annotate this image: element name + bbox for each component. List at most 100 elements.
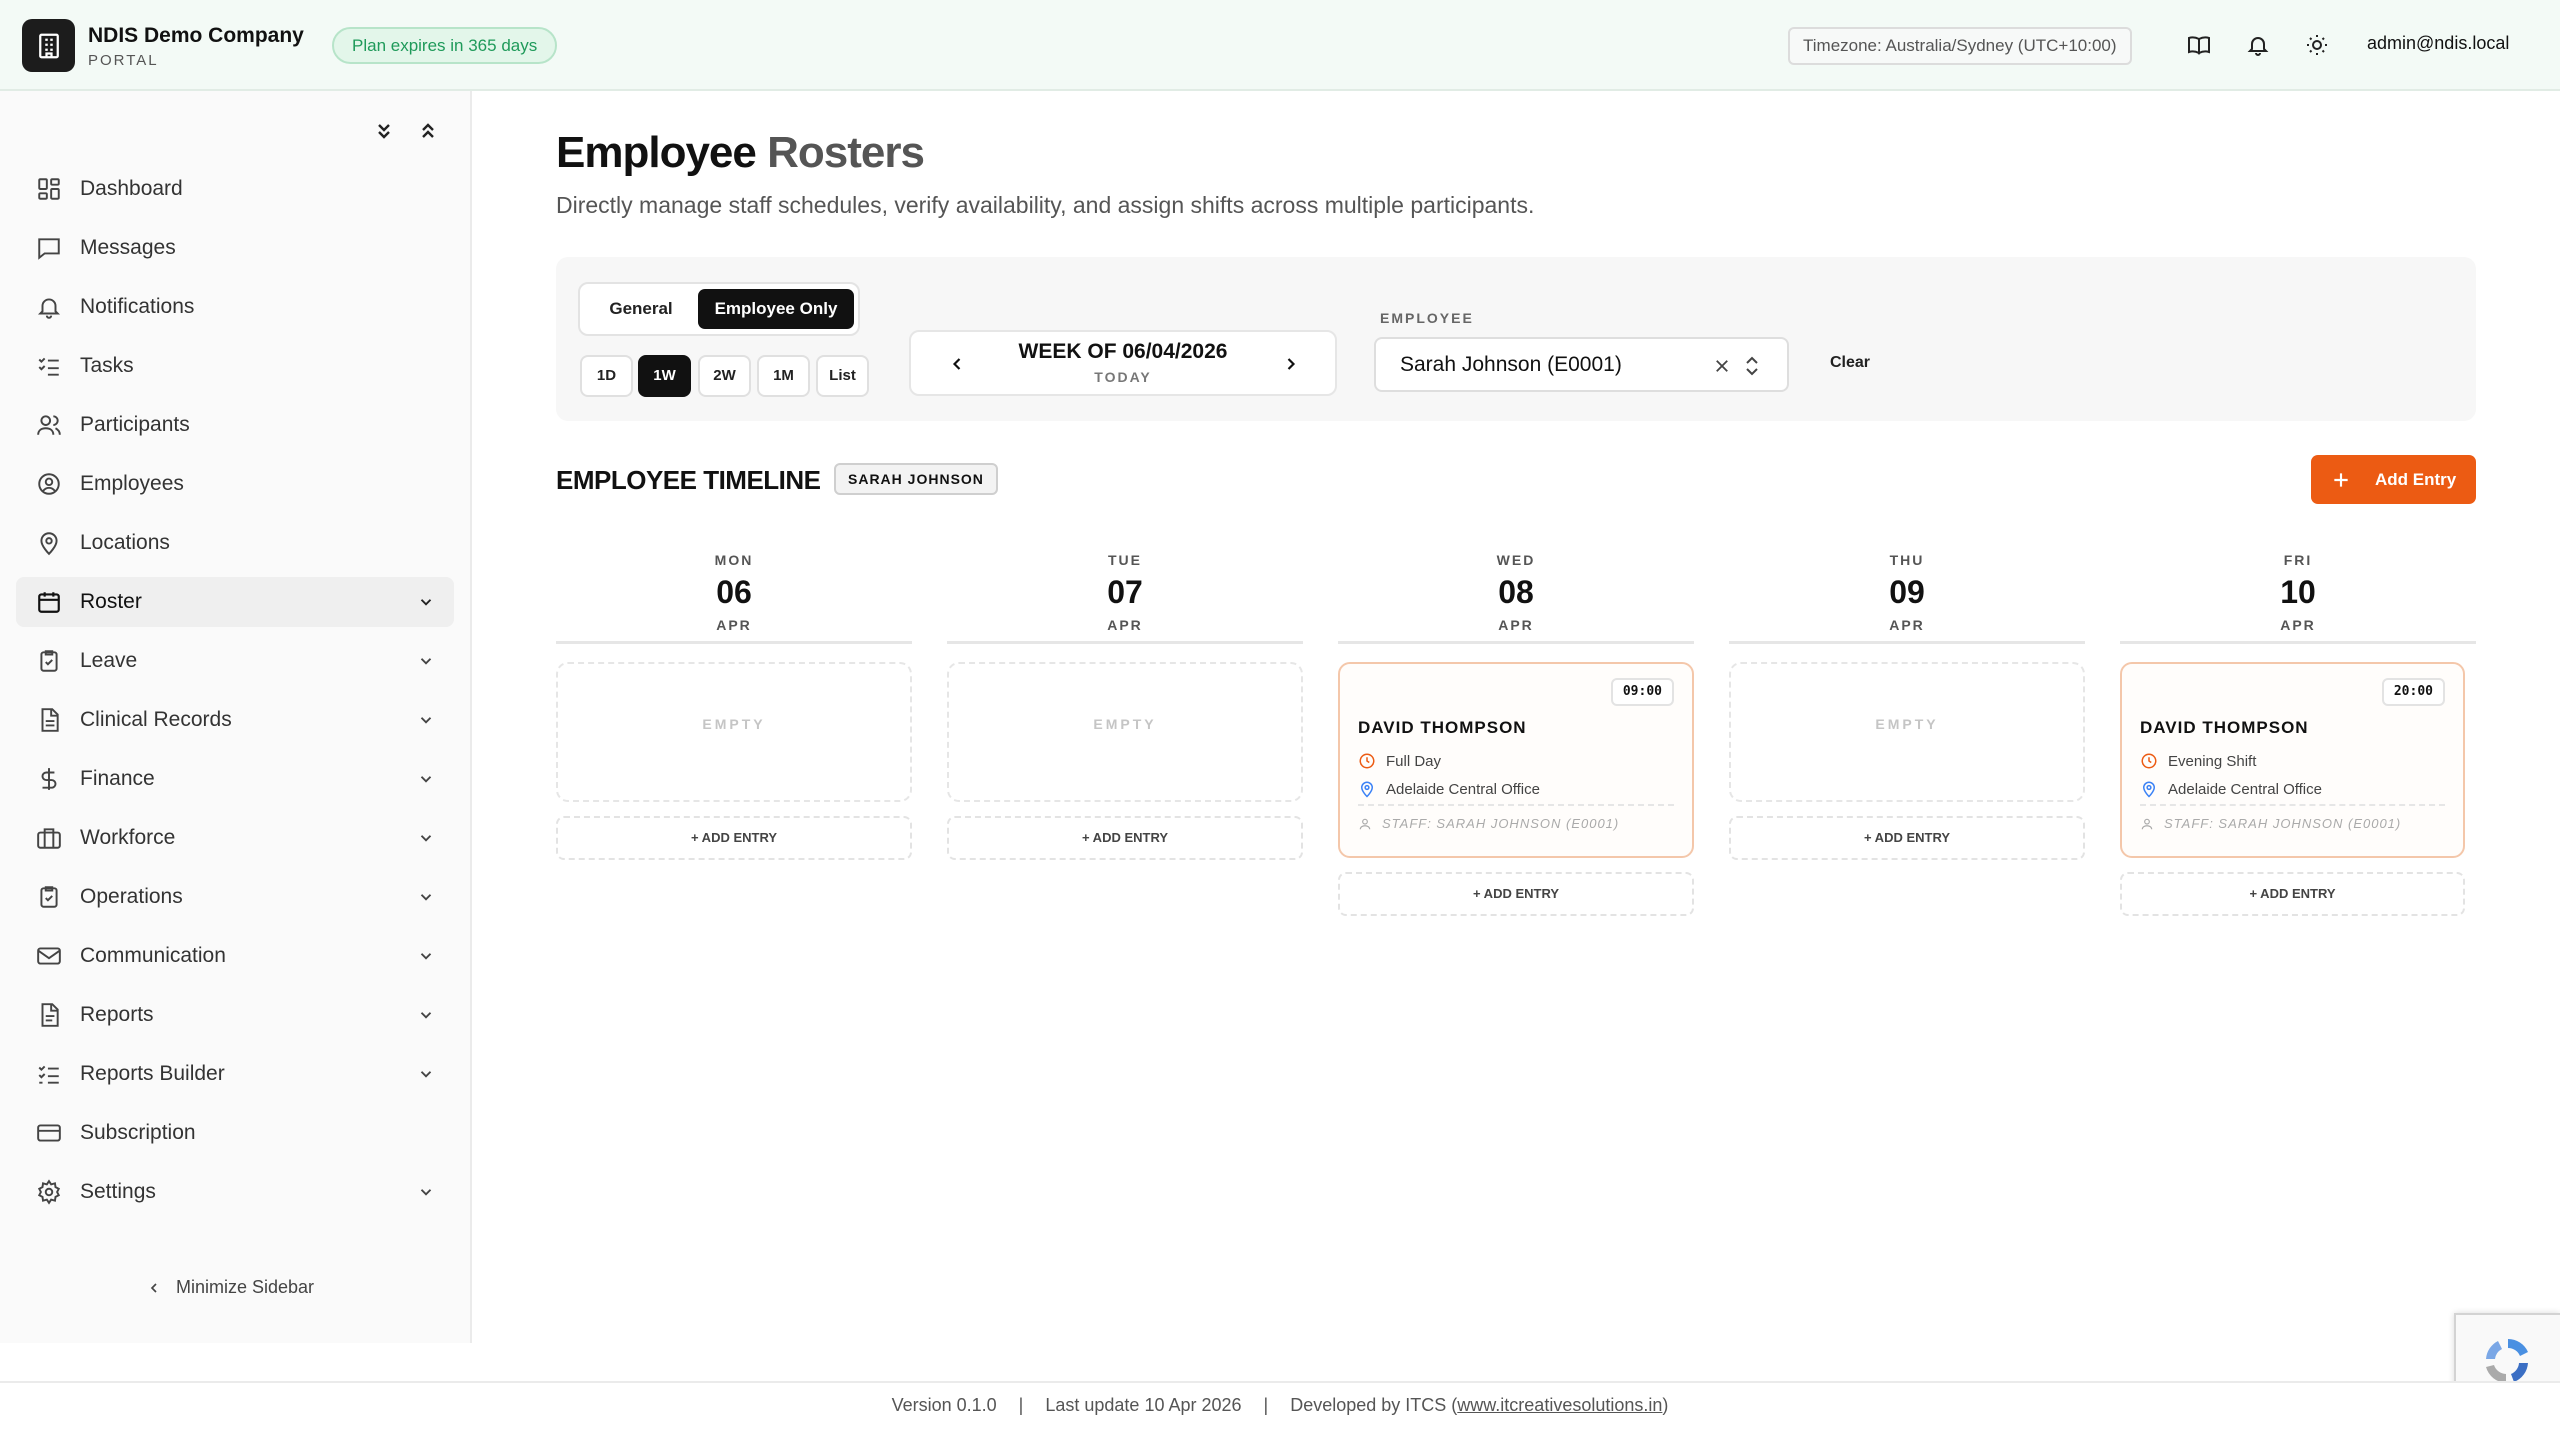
mode-general-button[interactable]: General [588, 289, 694, 329]
sidebar-item-notifications[interactable]: Notifications [16, 282, 454, 332]
map-pin-icon [34, 528, 64, 558]
user-icon [2141, 818, 2153, 829]
sidebar-item-reports-builder[interactable]: Reports Builder [16, 1049, 454, 1099]
day-header: THU 09 APR [1729, 548, 2085, 644]
shift-card[interactable]: 09:00 DAVID THOMPSON Full Day Adelaide C… [1338, 662, 1694, 858]
sidebar-item-label: Leave [80, 649, 138, 672]
chevron-right-icon[interactable] [1277, 350, 1305, 378]
sidebar-item-label: Locations [80, 531, 170, 554]
sidebar-item-reports[interactable]: Reports [16, 990, 454, 1040]
day-header: WED 08 APR [1338, 548, 1694, 644]
today-button[interactable]: TODAY [911, 369, 1335, 385]
sun-icon[interactable] [2302, 30, 2332, 60]
chevron-down-icon[interactable] [414, 885, 438, 909]
empty-slot: EMPTY [1729, 662, 2085, 802]
sidebar-item-workforce[interactable]: Workforce [16, 813, 454, 863]
sidebar-item-label: Roster [80, 590, 142, 613]
sidebar-item-label: Finance [80, 767, 155, 790]
sidebar-item-label: Dashboard [80, 177, 183, 200]
day-month: APR [716, 617, 752, 633]
sidebar-item-participants[interactable]: Participants [16, 400, 454, 450]
add-entry-button[interactable]: Add Entry [2311, 455, 2476, 504]
shift-location-row: Adelaide Central Office [2140, 780, 2322, 798]
sidebar-item-label: Reports Builder [80, 1062, 225, 1085]
sidebar-item-settings[interactable]: Settings [16, 1167, 454, 1217]
day-header: FRI 10 APR [2120, 548, 2476, 644]
sidebar-item-subscription[interactable]: Subscription [16, 1108, 454, 1158]
close-icon[interactable] [1710, 354, 1734, 378]
briefcase-icon [34, 823, 64, 853]
chevron-down-icon[interactable] [414, 1180, 438, 1204]
company-logo[interactable] [22, 19, 75, 72]
sidebar-item-finance[interactable]: Finance [16, 754, 454, 804]
day-number: 06 [716, 574, 752, 610]
sidebar-item-dashboard[interactable]: Dashboard [16, 164, 454, 214]
minimize-sidebar-button[interactable]: Minimize Sidebar [146, 1277, 314, 1298]
calendar-icon [34, 587, 64, 617]
chevron-down-icon[interactable] [414, 708, 438, 732]
range-1d-button[interactable]: 1D [580, 355, 633, 397]
add-entry-row-button[interactable]: + ADD ENTRY [556, 816, 912, 860]
range-list-button[interactable]: List [816, 355, 869, 397]
add-entry-row-button[interactable]: + ADD ENTRY [947, 816, 1303, 860]
sidebar-item-leave[interactable]: Leave [16, 636, 454, 686]
shift-card[interactable]: 20:00 DAVID THOMPSON Evening Shift Adela… [2120, 662, 2465, 858]
sidebar-item-operations[interactable]: Operations [16, 872, 454, 922]
range-2w-button[interactable]: 2W [698, 355, 751, 397]
week-title: WEEK OF 06/04/2026 [1018, 340, 1228, 363]
dollar-icon [34, 764, 64, 794]
day-month: APR [1498, 617, 1534, 633]
day-column: WED 08 APR 09:00 DAVID THOMPSON Full Day… [1338, 548, 1694, 916]
sidebar-item-employees[interactable]: Employees [16, 459, 454, 509]
developer-link[interactable]: www.itcreativesolutions.in [1457, 1395, 1662, 1415]
view-mode-toggle: General Employee Only [578, 282, 860, 336]
sidebar-item-clinical-records[interactable]: Clinical Records [16, 695, 454, 745]
collapse-all-icon[interactable] [416, 119, 440, 148]
day-of-week: THU [1889, 552, 1925, 568]
day-column: MON 06 APR EMPTY + ADD ENTRY [556, 548, 912, 860]
user-menu[interactable]: admin@ndis.local [2367, 33, 2509, 54]
portal-label: PORTAL [88, 52, 159, 69]
sidebar-item-communication[interactable]: Communication [16, 931, 454, 981]
company-name: NDIS Demo Company [88, 24, 304, 47]
bell-icon[interactable] [2243, 30, 2273, 60]
user-icon [1359, 818, 1371, 829]
day-column: TUE 07 APR EMPTY + ADD ENTRY [947, 548, 1303, 860]
add-entry-row-button[interactable]: + ADD ENTRY [2120, 872, 2465, 916]
last-update-text: Last update 10 Apr 2026 [1045, 1395, 1242, 1415]
shift-staff-row: STAFF: SARAH JOHNSON (E0001) [1358, 816, 1619, 831]
chevron-down-icon[interactable] [414, 767, 438, 791]
mode-employee-only-button[interactable]: Employee Only [698, 289, 854, 329]
sidebar-item-locations[interactable]: Locations [16, 518, 454, 568]
chevron-down-icon[interactable] [414, 1062, 438, 1086]
shift-time-badge: 20:00 [2381, 678, 2445, 706]
chevron-down-icon[interactable] [414, 944, 438, 968]
add-entry-row-button[interactable]: + ADD ENTRY [1338, 872, 1694, 916]
sidebar: Dashboard Messages Notifications Tasks P… [0, 91, 472, 1343]
shift-type-row: Full Day [1358, 752, 1441, 770]
clear-button[interactable]: Clear [1830, 354, 1870, 372]
chevron-down-icon[interactable] [414, 649, 438, 673]
add-entry-row-button[interactable]: + ADD ENTRY [1729, 816, 2085, 860]
sidebar-item-messages[interactable]: Messages [16, 223, 454, 273]
sidebar-item-roster[interactable]: Roster [16, 577, 454, 627]
sidebar-collapse-controls [372, 119, 440, 148]
employee-select[interactable]: Sarah Johnson (E0001) [1374, 337, 1789, 392]
list-check-icon [34, 1059, 64, 1089]
timezone-indicator[interactable]: Timezone: Australia/Sydney (UTC+10:00) [1788, 27, 2132, 65]
sidebar-item-tasks[interactable]: Tasks [16, 341, 454, 391]
range-1w-button[interactable]: 1W [638, 355, 691, 397]
page-subtitle: Directly manage staff schedules, verify … [556, 192, 1535, 218]
dashboard-icon [34, 174, 64, 204]
expand-all-icon[interactable] [372, 119, 396, 148]
chevron-down-icon[interactable] [414, 826, 438, 850]
chevron-up-down-icon[interactable] [1740, 352, 1764, 380]
range-1m-button[interactable]: 1M [757, 355, 810, 397]
chevron-down-icon[interactable] [414, 590, 438, 614]
day-month: APR [1889, 617, 1925, 633]
book-icon[interactable] [2184, 30, 2214, 60]
chevron-down-icon[interactable] [414, 1003, 438, 1027]
users-icon [34, 410, 64, 440]
plan-status-badge: Plan expires in 365 days [332, 27, 558, 64]
sidebar-item-label: Clinical Records [80, 708, 232, 731]
